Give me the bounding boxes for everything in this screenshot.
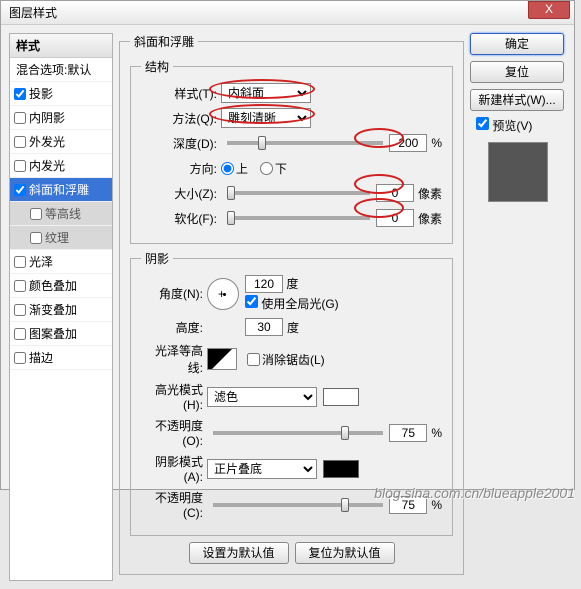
close-icon: X	[545, 2, 553, 16]
depth-input[interactable]	[389, 134, 427, 152]
soften-input[interactable]	[376, 209, 414, 227]
ok-button[interactable]: 确定	[470, 33, 564, 55]
titlebar: 图层样式 X	[1, 1, 574, 25]
soften-slider[interactable]	[227, 216, 370, 220]
shading-legend: 阴影	[141, 250, 173, 267]
preview-swatch	[488, 142, 548, 202]
depth-label: 深度(D):	[141, 135, 221, 152]
bevel-legend: 斜面和浮雕	[130, 33, 198, 50]
style-item-label: 渐变叠加	[29, 301, 77, 318]
style-item-3[interactable]: 内发光	[10, 154, 112, 178]
style-item-9[interactable]: 渐变叠加	[10, 298, 112, 322]
size-input[interactable]	[376, 184, 414, 202]
style-item-checkbox[interactable]	[14, 328, 26, 340]
shadow-color-swatch[interactable]	[323, 460, 359, 478]
size-label: 大小(Z):	[141, 185, 221, 202]
style-item-8[interactable]: 颜色叠加	[10, 274, 112, 298]
hilite-mode-label: 高光模式(H):	[141, 381, 207, 412]
style-item-checkbox[interactable]	[14, 352, 26, 364]
blend-options-row[interactable]: 混合选项:默认	[10, 58, 112, 82]
style-item-label: 描边	[29, 349, 53, 366]
structure-legend: 结构	[141, 58, 173, 75]
style-item-11[interactable]: 描边	[10, 346, 112, 370]
direction-down-radio[interactable]	[260, 162, 273, 175]
reset-default-button[interactable]: 复位为默认值	[295, 542, 395, 564]
style-item-checkbox[interactable]	[14, 304, 26, 316]
style-item-label: 投影	[29, 85, 53, 102]
style-item-6[interactable]: 纹理	[10, 226, 112, 250]
style-item-checkbox[interactable]	[14, 184, 26, 196]
size-slider[interactable]	[227, 191, 370, 195]
style-item-5[interactable]: 等高线	[10, 202, 112, 226]
style-label: 样式(T):	[141, 85, 221, 102]
depth-slider[interactable]	[227, 141, 383, 145]
hilite-opacity-slider[interactable]	[213, 431, 383, 435]
style-item-label: 图案叠加	[29, 325, 77, 342]
angle-input[interactable]	[245, 275, 283, 293]
dialog-window: 图层样式 X 样式 混合选项:默认 投影内阴影外发光内发光斜面和浮雕等高线纹理光…	[0, 0, 575, 490]
style-list: 样式 混合选项:默认 投影内阴影外发光内发光斜面和浮雕等高线纹理光泽颜色叠加渐变…	[9, 33, 113, 581]
style-item-checkbox[interactable]	[14, 112, 26, 124]
antialias-checkbox[interactable]	[247, 353, 260, 366]
style-item-checkbox[interactable]	[14, 88, 26, 100]
new-style-button[interactable]: 新建样式(W)...	[470, 89, 564, 111]
close-button[interactable]: X	[528, 1, 570, 19]
soften-label: 软化(F):	[141, 210, 221, 227]
angle-dial[interactable]: +	[207, 278, 239, 310]
contour-label: 光泽等高线:	[141, 342, 207, 376]
style-item-label: 光泽	[29, 253, 53, 270]
style-item-checkbox[interactable]	[30, 232, 42, 244]
style-item-label: 内发光	[29, 157, 65, 174]
shadow-opacity-label: 不透明度(C):	[141, 489, 207, 520]
style-item-2[interactable]: 外发光	[10, 130, 112, 154]
global-light-checkbox[interactable]	[245, 295, 258, 308]
style-item-4[interactable]: 斜面和浮雕	[10, 178, 112, 202]
technique-select[interactable]: 雕刻清晰	[221, 108, 311, 128]
technique-label: 方法(Q):	[141, 110, 221, 127]
style-item-label: 外发光	[29, 133, 65, 150]
hilite-opacity-label: 不透明度(O):	[141, 417, 207, 448]
hilite-color-swatch[interactable]	[323, 388, 359, 406]
hilite-mode-select[interactable]: 滤色	[207, 387, 317, 407]
style-item-label: 斜面和浮雕	[29, 181, 89, 198]
angle-label: 角度(N):	[141, 285, 207, 302]
shadow-mode-label: 阴影模式(A):	[141, 453, 207, 484]
style-item-0[interactable]: 投影	[10, 82, 112, 106]
altitude-label: 高度:	[141, 319, 207, 336]
style-item-label: 颜色叠加	[29, 277, 77, 294]
hilite-opacity-input[interactable]	[389, 424, 427, 442]
style-item-label: 等高线	[45, 205, 81, 222]
cancel-button[interactable]: 复位	[470, 61, 564, 83]
preview-checkbox[interactable]	[476, 117, 489, 130]
style-item-checkbox[interactable]	[14, 256, 26, 268]
style-item-10[interactable]: 图案叠加	[10, 322, 112, 346]
shadow-opacity-slider[interactable]	[213, 503, 383, 507]
watermark: blog.sina.com.cn/blueapple2001	[374, 485, 575, 501]
direction-label: 方向:	[141, 160, 221, 177]
contour-picker[interactable]	[207, 348, 237, 370]
structure-fieldset: 结构 样式(T): 内斜面 方法(Q): 雕刻清晰 深度(D):	[130, 58, 453, 244]
style-item-checkbox[interactable]	[14, 136, 26, 148]
style-item-7[interactable]: 光泽	[10, 250, 112, 274]
direction-up-radio[interactable]	[221, 162, 234, 175]
style-item-checkbox[interactable]	[14, 280, 26, 292]
shadow-mode-select[interactable]: 正片叠底	[207, 459, 317, 479]
style-list-header: 样式	[10, 34, 112, 58]
style-item-label: 纹理	[45, 229, 69, 246]
style-select[interactable]: 内斜面	[221, 83, 311, 103]
style-item-label: 内阴影	[29, 109, 65, 126]
altitude-input[interactable]	[245, 318, 283, 336]
style-item-checkbox[interactable]	[14, 160, 26, 172]
set-default-button[interactable]: 设置为默认值	[189, 542, 289, 564]
style-item-checkbox[interactable]	[30, 208, 42, 220]
style-item-1[interactable]: 内阴影	[10, 106, 112, 130]
window-title: 图层样式	[9, 4, 57, 21]
